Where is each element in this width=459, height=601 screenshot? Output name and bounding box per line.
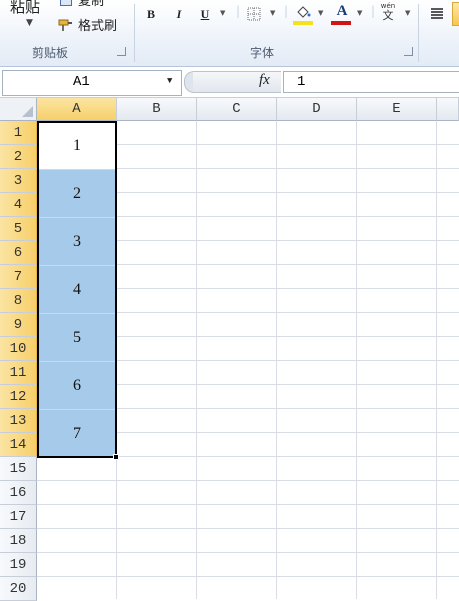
formula-bar: A1 ▼ fx 1 — [0, 67, 459, 98]
format-painter-icon — [58, 19, 72, 31]
phonetic-guide-button[interactable]: wén 文 — [379, 3, 397, 22]
ribbon: 粘贴 ▼ 复制 格式刷 剪贴板 B I U ▼ | ▼ | ▼ A ▼ | wé… — [0, 0, 459, 67]
ribbon-separator-dot: | — [371, 4, 376, 18]
ribbon-next-button-edge[interactable] — [452, 2, 459, 26]
paste-button[interactable]: 粘贴 — [10, 0, 40, 17]
row-header-7[interactable]: 7 — [0, 265, 37, 289]
borders-icon — [247, 7, 261, 21]
paste-label: 粘贴 — [10, 0, 41, 16]
row-header-14[interactable]: 14 — [0, 433, 37, 457]
align-lines-icon — [431, 8, 443, 19]
font-color-button[interactable]: A — [333, 2, 351, 20]
worksheet: ABCDE 1 2 3 4 5 6 7 8 9 10 11 12 13 14 15 16 17 18 19 20 12… — [0, 98, 459, 601]
fx-icon: fx — [259, 72, 270, 88]
underline-dropdown-icon[interactable]: ▼ — [220, 9, 225, 17]
format-painter-button[interactable]: 格式刷 — [58, 15, 117, 34]
row-header-16[interactable]: 16 — [0, 481, 37, 505]
row-header-20[interactable]: 20 — [0, 577, 37, 601]
row-header-11[interactable]: 11 — [0, 361, 37, 385]
row-header-12[interactable]: 12 — [0, 385, 37, 409]
row-header-3[interactable]: 3 — [0, 169, 37, 193]
underline-button[interactable]: U — [196, 5, 214, 23]
fill-color-swatch — [293, 21, 313, 25]
column-header-filler — [437, 98, 459, 121]
bold-label: B — [146, 6, 155, 21]
underline-label: U — [200, 6, 210, 21]
row-header-18[interactable]: 18 — [0, 529, 37, 553]
row-header-5[interactable]: 5 — [0, 217, 37, 241]
column-header-b[interactable]: B — [117, 98, 197, 121]
fill-color-dropdown-icon[interactable]: ▼ — [318, 9, 323, 17]
borders-dropdown-icon[interactable]: ▼ — [270, 9, 275, 17]
row-header-15[interactable]: 15 — [0, 457, 37, 481]
clipboard-dialog-launcher-icon[interactable] — [117, 47, 126, 56]
bold-button[interactable]: B — [142, 5, 160, 23]
copy-icon — [60, 0, 72, 6]
ribbon-separator-dot: | — [284, 4, 289, 18]
selection-border — [37, 121, 117, 458]
fill-handle[interactable] — [113, 454, 119, 460]
select-all-button[interactable] — [0, 98, 37, 121]
ribbon-group-separator — [134, 4, 135, 62]
column-header-c[interactable]: C — [197, 98, 277, 121]
column-header-a[interactable]: A — [37, 98, 117, 121]
format-painter-label: 格式刷 — [78, 19, 118, 34]
font-color-swatch — [331, 21, 351, 25]
clipboard-group-label: 剪贴板 — [32, 46, 69, 60]
name-box-value: A1 — [73, 74, 90, 90]
column-header-e[interactable]: E — [357, 98, 437, 121]
borders-button[interactable] — [245, 5, 263, 23]
align-top-button[interactable] — [428, 5, 446, 23]
fill-color-button[interactable] — [294, 3, 312, 21]
row-header-13[interactable]: 13 — [0, 409, 37, 433]
row-header-17[interactable]: 17 — [0, 505, 37, 529]
row-header-2[interactable]: 2 — [0, 145, 37, 169]
formula-input-value: 1 — [297, 74, 306, 90]
phonetic-dropdown-icon[interactable]: ▼ — [405, 9, 410, 17]
row-header-4[interactable]: 4 — [0, 193, 37, 217]
font-group-label: 字体 — [250, 46, 275, 60]
row-header-8[interactable]: 8 — [0, 289, 37, 313]
copy-label: 复制 — [78, 0, 105, 9]
row-header-6[interactable]: 6 — [0, 241, 37, 265]
italic-label: I — [176, 6, 182, 21]
phonetic-char-label: 文 — [382, 9, 394, 22]
name-box-dropdown-icon[interactable]: ▼ — [167, 76, 172, 86]
copy-button[interactable]: 复制 — [60, 0, 104, 9]
italic-button[interactable]: I — [170, 5, 188, 23]
paint-bucket-icon — [297, 6, 311, 18]
font-color-dropdown-icon[interactable]: ▼ — [357, 9, 362, 17]
row-header-19[interactable]: 19 — [0, 553, 37, 577]
insert-function-button[interactable]: fx — [259, 72, 270, 89]
paste-dropdown-icon[interactable]: ▼ — [26, 18, 33, 28]
ribbon-group-separator — [418, 4, 419, 62]
column-header-d[interactable]: D — [277, 98, 357, 121]
formula-tools-area: fx — [193, 71, 281, 93]
name-box[interactable]: A1 ▼ — [2, 70, 182, 96]
font-dialog-launcher-icon[interactable] — [404, 47, 413, 56]
row-header-1[interactable]: 1 — [0, 121, 37, 145]
row-header-10[interactable]: 10 — [0, 337, 37, 361]
ribbon-separator-dot: | — [236, 4, 241, 18]
formula-input[interactable]: 1 — [283, 71, 459, 93]
font-color-letter: A — [336, 2, 348, 19]
row-header-9[interactable]: 9 — [0, 313, 37, 337]
